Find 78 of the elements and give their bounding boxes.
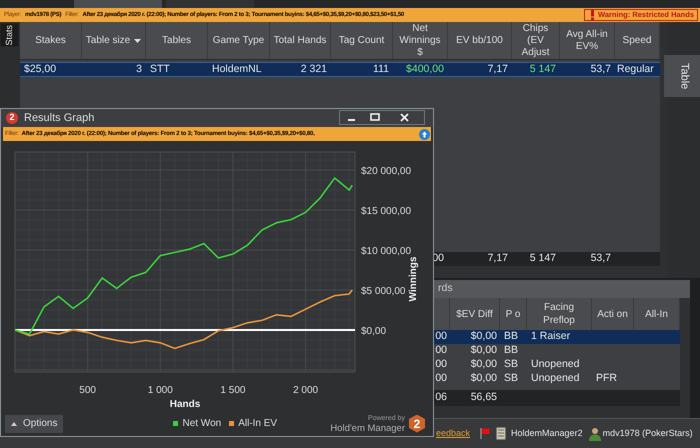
table-cell-text: 00 bbox=[434, 372, 448, 386]
table-tab[interactable]: Table bbox=[664, 55, 700, 98]
sort-caret-icon bbox=[134, 38, 142, 42]
table-cell-text: $25,00 bbox=[23, 63, 58, 76]
table-cell-text: BB bbox=[503, 344, 520, 358]
horizontal-scrollbar[interactable] bbox=[434, 406, 680, 418]
column-header[interactable]: Table size bbox=[82, 22, 146, 59]
column-header[interactable]: Tag Count bbox=[331, 22, 393, 59]
database-icon bbox=[496, 427, 506, 440]
table-cell-text: $0,00 bbox=[470, 344, 498, 358]
stats-tab[interactable]: Stats bbox=[1, 24, 19, 47]
table-row[interactable]: 00 $0,00 BB 1 Raiser bbox=[434, 330, 680, 344]
y-tick-label: $0,00 bbox=[361, 326, 386, 337]
user-name: mdv1978 (PokerStars) bbox=[602, 426, 693, 440]
logo-mark: 2 bbox=[409, 414, 425, 432]
table-cell-text: HoldemNL bbox=[211, 63, 263, 76]
total-cell-text: 06 bbox=[434, 390, 448, 406]
options-button[interactable]: Options bbox=[5, 414, 64, 432]
table-cell-text: $0,00 bbox=[470, 330, 498, 344]
table-cell-text: 5 147 bbox=[528, 63, 557, 76]
app-name: HoldemManager2 bbox=[511, 426, 583, 440]
feedback-link[interactable]: eedback bbox=[436, 426, 470, 440]
table-cell-text: 53,7 bbox=[590, 63, 612, 76]
total-cell-text: 53,7 bbox=[590, 251, 612, 266]
table-cell-text: Unopened bbox=[530, 372, 580, 386]
horizontal-scrollbar[interactable] bbox=[434, 266, 668, 278]
table-cell-text: 00 bbox=[434, 344, 448, 358]
panel-title: rds bbox=[438, 281, 453, 296]
table-cell-text: SB bbox=[503, 372, 520, 386]
table-cell-text: 7,17 bbox=[486, 63, 509, 76]
column-header[interactable]: Net Winnings $ bbox=[393, 22, 448, 59]
column-header[interactable]: Tables bbox=[146, 22, 208, 59]
table-cell-text: 1 Raiser bbox=[530, 330, 572, 344]
legend-label: All-In EV bbox=[238, 417, 278, 431]
y-tick-label: $5 000,00 bbox=[361, 286, 406, 297]
flag-icon bbox=[480, 428, 490, 439]
info-icon bbox=[419, 128, 430, 140]
table-cell-text: 2 321 bbox=[300, 63, 328, 76]
legend-label: Net Won bbox=[182, 417, 222, 431]
column-header[interactable]: Stakes bbox=[20, 22, 82, 59]
column-header[interactable]: Total Hands bbox=[270, 22, 331, 59]
column-header[interactable]: Chips (EV Adjust bbox=[512, 22, 560, 59]
x-tick-label: 500 bbox=[79, 385, 96, 396]
table-cell-text: $400,00 bbox=[405, 63, 445, 76]
y-tick-label: $20 000,00 bbox=[361, 166, 412, 177]
total-cell-text: 56,65 bbox=[470, 390, 498, 406]
table-cell-text: PFR bbox=[595, 372, 618, 386]
table-cell-text: $0,00 bbox=[470, 358, 498, 372]
y-tick-label: $15 000,00 bbox=[361, 206, 412, 217]
table-row[interactable]: $25,00 3 STT HoldemNL 2 321 111 $400,00 7,17 5 147 53,7 Regular bbox=[20, 62, 660, 77]
table-cell-text: STT bbox=[149, 63, 171, 76]
table-cell-text: 00 bbox=[434, 330, 448, 344]
table-cell-text: Regular bbox=[616, 63, 655, 76]
table-cell-text: 111 bbox=[372, 63, 390, 76]
table-cell-text: 00 bbox=[434, 358, 448, 372]
table-cell-text: SB bbox=[503, 358, 520, 372]
x-tick-label: 1 000 bbox=[148, 385, 173, 396]
table-cell-text: 3 bbox=[135, 63, 143, 76]
x-tick-label: 1 500 bbox=[220, 385, 246, 396]
table-cell-text: BB bbox=[503, 330, 520, 344]
column-header[interactable]: Avg All-in EV% bbox=[560, 22, 615, 59]
y-tick-label: $10 000,00 bbox=[361, 246, 412, 257]
total-cell-text: 7,17 bbox=[486, 251, 509, 266]
vertical-scrollbar[interactable] bbox=[680, 298, 690, 418]
x-axis-title: Hands bbox=[170, 399, 200, 410]
app-badge: 2 bbox=[6, 112, 18, 124]
table-cell-text: $0,00 bbox=[470, 372, 498, 386]
brand-name: Hold'em Manager bbox=[330, 424, 405, 434]
column-header[interactable]: Game Type bbox=[208, 22, 270, 59]
total-cell-text: 5 147 bbox=[528, 251, 557, 266]
window-title: Results Graph bbox=[24, 110, 94, 126]
table-cell-text: Unopened bbox=[530, 358, 580, 372]
column-header[interactable]: EV bb/100 bbox=[448, 22, 512, 59]
caret-up-icon bbox=[11, 422, 17, 426]
x-tick-label: 2 000 bbox=[293, 385, 318, 396]
y-axis-title: Winnings bbox=[408, 256, 419, 302]
exclamation-icon bbox=[591, 10, 594, 20]
person-icon bbox=[588, 426, 601, 440]
